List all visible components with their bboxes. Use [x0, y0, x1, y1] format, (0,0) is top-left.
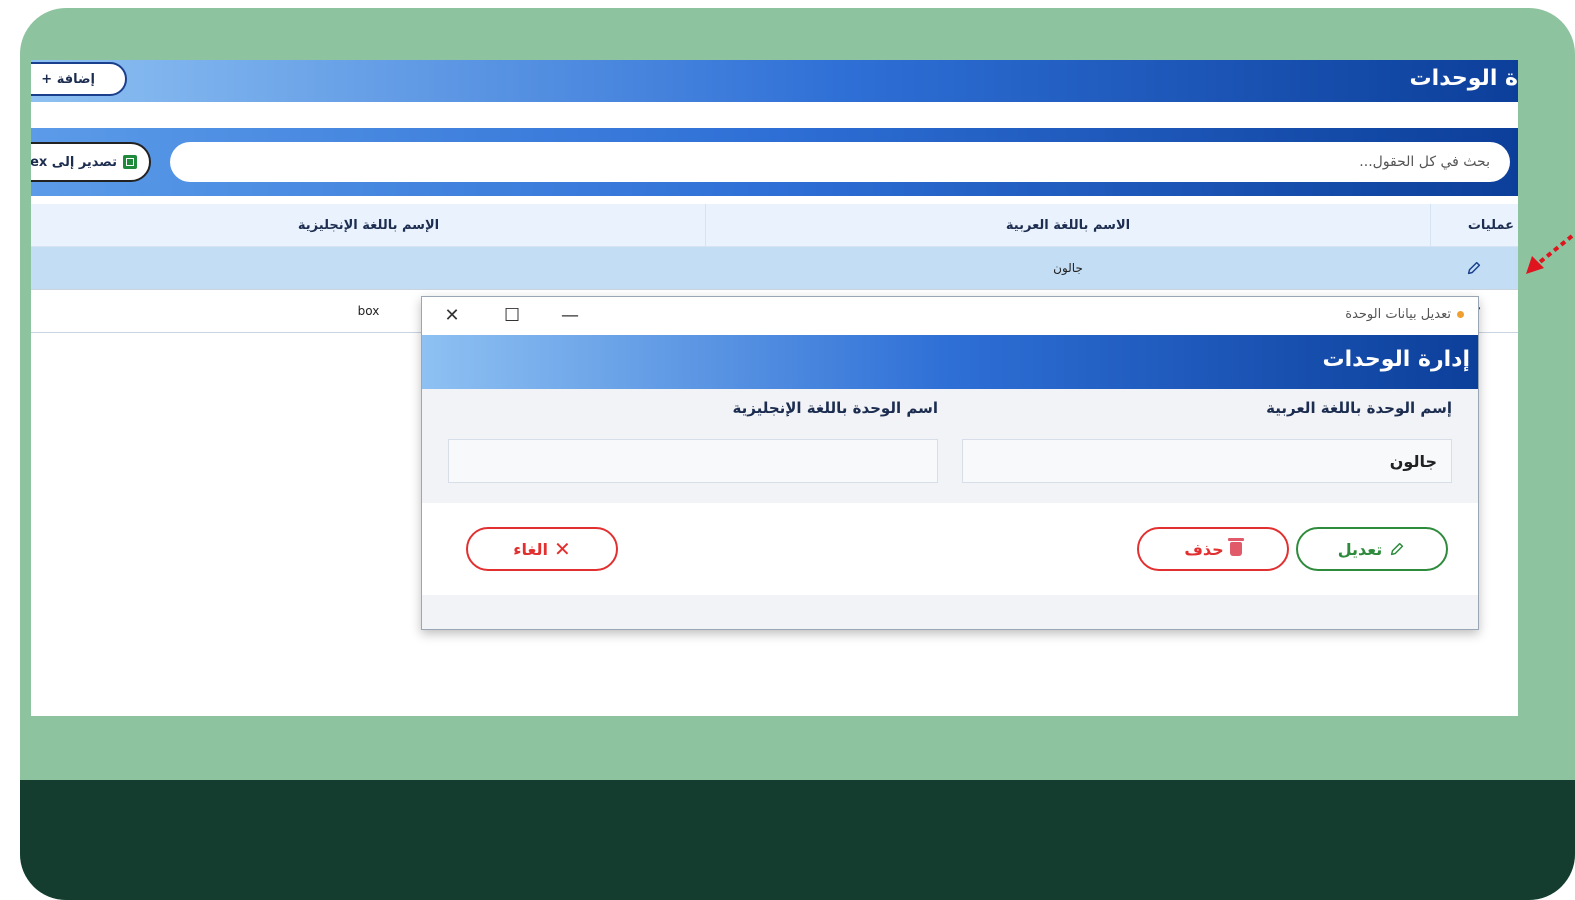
- edit-button-label: تعديل: [1337, 539, 1383, 559]
- dialog-heading: إدارة الوحدات: [1322, 347, 1471, 372]
- delete-button[interactable]: حذف: [1137, 527, 1289, 571]
- window-minimize-icon[interactable]: —: [558, 303, 582, 327]
- excel-icon: [123, 155, 137, 169]
- column-header-arabic-name[interactable]: الاسم باللغة العربية: [705, 204, 1430, 246]
- arabic-name-label: إسم الوحدة باللغة العربية: [1266, 399, 1452, 417]
- dialog-actions: تعديل حذف ✕ الغاء: [422, 503, 1478, 595]
- delete-button-label: حذف: [1184, 539, 1224, 559]
- export-excel-button[interactable]: تصدير إلى ex: [31, 142, 151, 182]
- page-title: ة الوحدات: [1409, 66, 1518, 91]
- pointer-arrow-icon: [1526, 234, 1574, 274]
- window-close-icon[interactable]: ✕: [440, 303, 464, 327]
- edit-button[interactable]: تعديل: [1296, 527, 1448, 571]
- english-name-label: اسم الوحدة باللغة الإنجليزية: [732, 399, 938, 417]
- cancel-button-label: الغاء: [513, 539, 548, 559]
- cell-english-name: [31, 247, 706, 289]
- footer-band: [20, 780, 1575, 900]
- pencil-icon: [1391, 542, 1404, 556]
- trash-icon: [1227, 538, 1244, 556]
- export-label: تصدير إلى ex: [31, 154, 117, 170]
- cell-arabic-name: جالون: [1053, 261, 1083, 275]
- arabic-name-field[interactable]: [962, 439, 1452, 483]
- dialog-title-text: تعديل بيانات الوحدة: [1345, 307, 1451, 322]
- english-name-field[interactable]: [448, 439, 938, 483]
- pencil-icon[interactable]: [1465, 259, 1483, 277]
- dialog-window-title: تعديل بيانات الوحدة: [1345, 307, 1464, 322]
- cancel-button[interactable]: ✕ الغاء: [466, 527, 618, 571]
- search-bar: تصدير إلى ex: [31, 128, 1518, 196]
- dialog-header: إدارة الوحدات: [422, 335, 1478, 389]
- page-header: ة الوحدات إضافة +: [31, 60, 1518, 102]
- column-header-english-name[interactable]: الإسم باللغة الإنجليزية: [31, 204, 706, 246]
- table-row[interactable]: جالون: [31, 247, 1518, 290]
- window-maximize-icon[interactable]: ☐: [500, 303, 524, 327]
- search-input[interactable]: [170, 142, 1510, 182]
- column-header-operations: عمليات: [1430, 204, 1518, 246]
- app-dot-icon: [1457, 311, 1464, 318]
- close-x-icon: ✕: [553, 537, 571, 561]
- table-header: عمليات الاسم باللغة العربية الإسم باللغة…: [31, 204, 1518, 247]
- dialog-titlebar[interactable]: تعديل بيانات الوحدة ✕ ☐ —: [422, 297, 1478, 335]
- edit-unit-dialog: تعديل بيانات الوحدة ✕ ☐ — إدارة الوحدات …: [421, 296, 1479, 630]
- add-button[interactable]: إضافة +: [31, 62, 127, 96]
- row-actions: [1430, 247, 1518, 289]
